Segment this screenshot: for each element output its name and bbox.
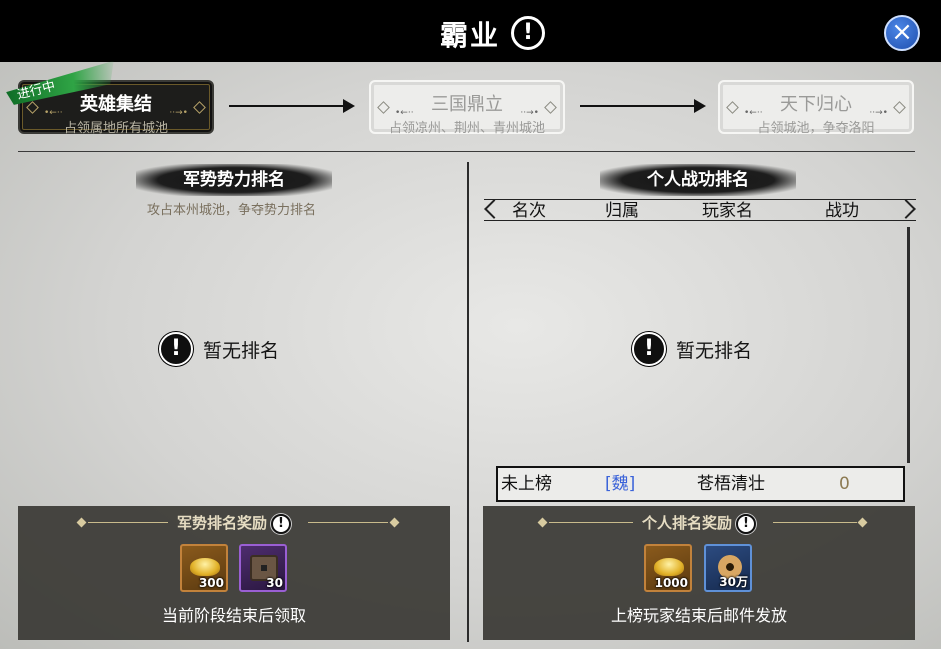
info-icon[interactable]: !: [271, 513, 291, 534]
reward-item-copper-coins[interactable]: 30万: [704, 544, 752, 592]
gold-ingot-icon: [190, 558, 220, 576]
faction-empty-state: ! 暂无排名: [159, 331, 279, 367]
reward-note: 上榜玩家结束后邮件发放: [610, 606, 787, 625]
personal-ranking-title: 个人战功排名: [600, 164, 796, 196]
window-title: 霸业: [440, 19, 501, 52]
flow-arrow-head-icon: [343, 99, 355, 113]
stage-progress: •←·· ··→• 英雄集结 占领属地所有城池 进行中 •←·· ··→• 三国…: [0, 62, 941, 152]
ornament-line: [308, 522, 388, 523]
diamond-ornament-icon: [76, 517, 87, 528]
reward-item-chest[interactable]: 30: [239, 544, 287, 592]
diamond-ornament-icon: [857, 517, 868, 528]
column-merit: 战功: [825, 201, 859, 221]
my-merit: 0: [839, 474, 850, 494]
item-count: 1000: [654, 576, 688, 590]
ranking-table-header: 名次 归属 玩家名 战功: [484, 199, 916, 221]
chevron-left-icon[interactable]: [484, 199, 504, 219]
stage-description: 占领城池，争夺洛阳: [757, 121, 875, 136]
arrow-ornament-icon: ··→•: [869, 108, 888, 118]
horizontal-divider: [18, 151, 915, 152]
reward-title: 个人排名奖励: [641, 514, 732, 532]
stage-2[interactable]: •←·· ··→• 三国鼎立 占领凉州、荆州、青州城池: [369, 80, 565, 136]
item-count: 300: [198, 576, 224, 590]
gold-ingot-icon: [654, 558, 684, 576]
faction-ranking-title: 军势势力排名: [136, 164, 332, 196]
exclamation-icon: !: [632, 332, 666, 366]
my-faction: [魏]: [605, 474, 636, 494]
exclamation-icon: !: [159, 332, 193, 366]
my-rank: 未上榜: [501, 474, 552, 494]
close-button[interactable]: ×: [884, 15, 920, 51]
item-count: 30: [266, 576, 283, 590]
flow-arrow-line: [580, 105, 695, 107]
ornament-line: [88, 522, 168, 523]
reward-item-gold-ingot[interactable]: 300: [180, 544, 228, 592]
flow-arrow-head-icon: [694, 99, 706, 113]
ornament-line: [773, 522, 857, 523]
my-player-name: 苍梧清壮: [697, 474, 765, 494]
scrollbar[interactable]: [907, 227, 910, 463]
flow-arrow-line: [229, 105, 344, 107]
diamond-ornament-icon: [537, 517, 548, 528]
arrow-ornament-icon: •←··: [44, 108, 63, 118]
arrow-ornament-icon: •←··: [395, 108, 414, 118]
reward-item-gold-ingot[interactable]: 1000: [644, 544, 692, 592]
my-rank-row: 未上榜 [魏] 苍梧清壮 0: [496, 466, 905, 502]
empty-text: 暂无排名: [676, 339, 753, 362]
personal-empty-state: ! 暂无排名: [632, 331, 752, 367]
arrow-ornament-icon: ··→•: [169, 108, 188, 118]
diamond-ornament-icon: [389, 517, 400, 528]
arrow-ornament-icon: •←··: [744, 108, 763, 118]
faction-ranking-subtitle: 攻占本州城池，争夺势力排名: [147, 203, 317, 218]
item-count: 30万: [719, 575, 748, 589]
vertical-divider: [467, 162, 469, 642]
arrow-ornament-icon: ··→•: [520, 108, 539, 118]
title-bar: 霸业 ! ×: [0, 0, 941, 64]
stage-description: 占领凉州、荆州、青州城池: [388, 121, 545, 136]
info-icon[interactable]: !: [511, 16, 545, 50]
reward-title: 军势排名奖励: [176, 514, 267, 532]
column-player: 玩家名: [702, 201, 753, 221]
info-icon[interactable]: !: [736, 513, 756, 534]
main-panel: •←·· ··→• 英雄集结 占领属地所有城池 进行中 •←·· ··→• 三国…: [0, 62, 941, 649]
reward-header: 军势排名奖励!: [18, 512, 450, 534]
faction-reward-panel: 军势排名奖励! 300 30 当前阶段结束后领取: [18, 506, 450, 640]
chevron-right-icon[interactable]: [896, 199, 916, 219]
ornament-line: [549, 522, 633, 523]
empty-text: 暂无排名: [203, 339, 280, 362]
stage-3[interactable]: •←·· ··→• 天下归心 占领城池，争夺洛阳: [718, 80, 914, 136]
reward-note: 当前阶段结束后领取: [161, 606, 306, 625]
reward-header: 个人排名奖励!: [483, 512, 915, 534]
column-rank: 名次: [512, 201, 546, 221]
stage-description: 占领属地所有城池: [63, 121, 168, 136]
column-faction: 归属: [605, 201, 639, 221]
personal-reward-panel: 个人排名奖励! 1000 30万 上榜玩家结束后邮件发放: [483, 506, 915, 640]
